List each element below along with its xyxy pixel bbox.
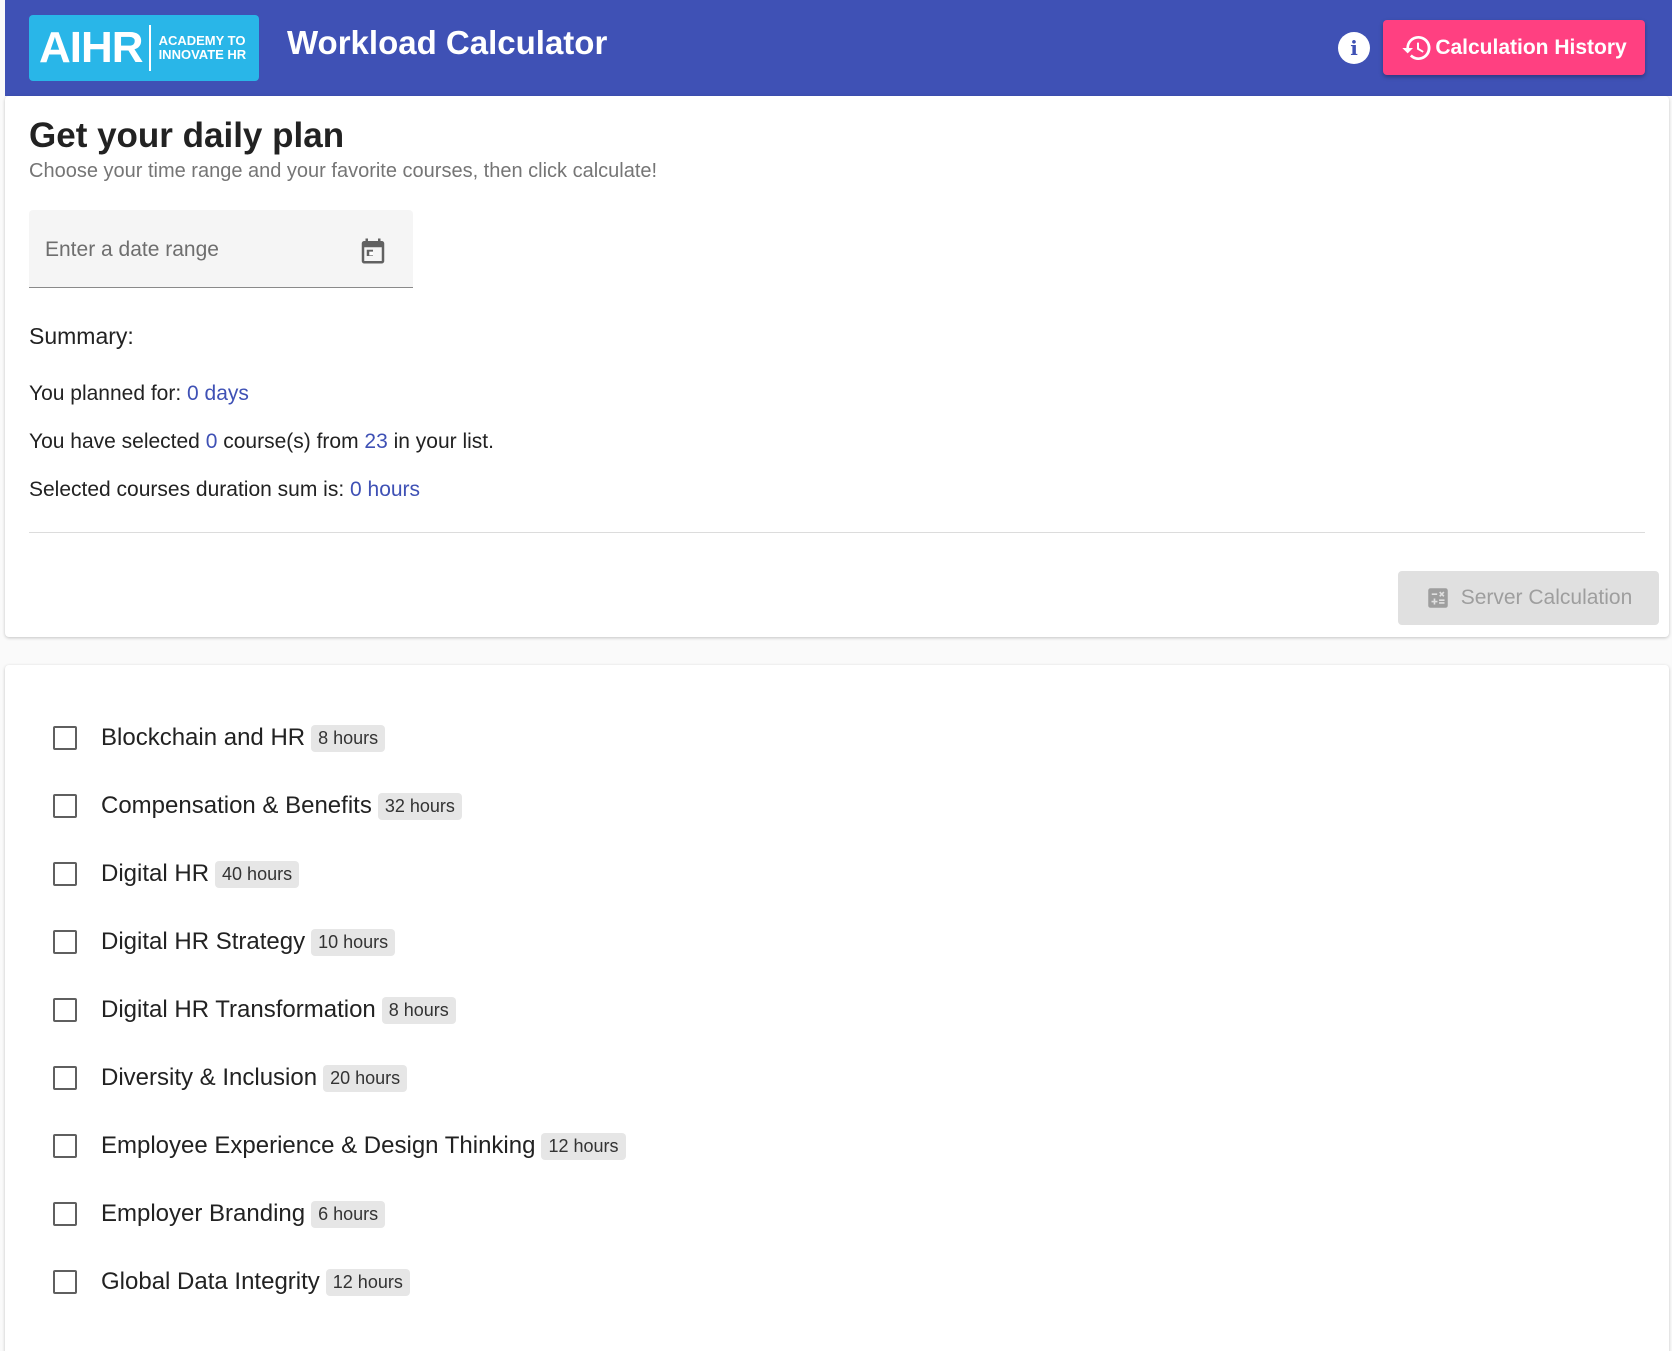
app-title: Workload Calculator bbox=[287, 24, 608, 61]
duration-sum-line: Selected courses duration sum is: 0 hour… bbox=[29, 478, 420, 502]
duration-sum-label: Selected courses duration sum is: bbox=[29, 478, 350, 501]
course-checkbox[interactable] bbox=[53, 998, 77, 1022]
course-checkbox[interactable] bbox=[53, 794, 77, 818]
server-calculation-label: Server Calculation bbox=[1460, 586, 1633, 609]
course-item[interactable]: Blockchain and HR 8 hours bbox=[53, 718, 386, 758]
selected-courses-prefix: You have selected bbox=[29, 430, 206, 453]
logo-tagline-line1: ACADEMY TO bbox=[158, 33, 246, 48]
calculation-history-label: Calculation History bbox=[1435, 35, 1627, 59]
plan-card: Get your daily plan Choose your time ran… bbox=[5, 96, 1669, 637]
planned-days-value: 0 days bbox=[187, 382, 249, 405]
course-hours-badge: 32 hours bbox=[377, 792, 462, 820]
selected-courses-line: You have selected 0 course(s) from 23 in… bbox=[29, 430, 494, 454]
course-name: Global Data Integrity bbox=[101, 1268, 320, 1295]
course-name: Digital HR Strategy bbox=[101, 928, 306, 955]
course-name: Digital HR Transformation bbox=[101, 996, 376, 1023]
course-item[interactable]: Employer Branding 6 hours bbox=[53, 1194, 386, 1234]
course-hours-badge: 8 hours bbox=[311, 724, 386, 752]
course-item[interactable]: Employee Experience & Design Thinking 12… bbox=[53, 1126, 626, 1166]
course-item[interactable]: Compensation & Benefits 32 hours bbox=[53, 786, 462, 826]
selected-courses-count: 0 bbox=[205, 430, 218, 453]
planned-days-line: You planned for: 0 days bbox=[29, 382, 249, 406]
logo-wordmark: AIHR bbox=[39, 23, 144, 72]
calculator-icon bbox=[1427, 588, 1448, 608]
course-hours-badge: 6 hours bbox=[311, 1200, 386, 1228]
course-checkbox[interactable] bbox=[53, 1134, 77, 1158]
logo-divider bbox=[148, 25, 151, 71]
server-calculation-button[interactable]: Server Calculation bbox=[1398, 571, 1659, 625]
course-hours-badge: 20 hours bbox=[323, 1064, 408, 1092]
course-hours-badge: 12 hours bbox=[325, 1268, 410, 1296]
course-item[interactable]: Digital HR Strategy 10 hours bbox=[53, 922, 396, 962]
course-item[interactable]: Global Data Integrity 12 hours bbox=[53, 1262, 410, 1302]
page-title: Get your daily plan bbox=[29, 116, 345, 155]
summary-heading: Summary: bbox=[29, 323, 134, 349]
history-icon bbox=[1402, 35, 1431, 60]
course-name: Diversity & Inclusion bbox=[101, 1064, 318, 1091]
aihr-logo[interactable]: AIHR ACADEMY TO INNOVATE HR bbox=[29, 15, 259, 81]
course-checkbox[interactable] bbox=[53, 1270, 77, 1294]
course-checkbox[interactable] bbox=[53, 1066, 77, 1090]
calendar-icon[interactable] bbox=[358, 236, 388, 266]
course-item[interactable]: Digital HR 40 hours bbox=[53, 854, 300, 894]
date-range-field[interactable] bbox=[29, 210, 413, 288]
course-checkbox[interactable] bbox=[53, 862, 77, 886]
course-hours-badge: 40 hours bbox=[215, 860, 300, 888]
course-name: Digital HR bbox=[101, 860, 210, 887]
selected-courses-suffix: in your list. bbox=[387, 430, 494, 453]
selected-courses-middle: course(s) from bbox=[217, 430, 365, 453]
course-hours-badge: 8 hours bbox=[381, 996, 456, 1024]
calculation-history-button[interactable]: Calculation History bbox=[1383, 20, 1645, 75]
course-item[interactable]: Diversity & Inclusion 20 hours bbox=[53, 1058, 408, 1098]
info-icon[interactable]: i bbox=[1338, 32, 1370, 64]
app-header: AIHR ACADEMY TO INNOVATE HR Workload Cal… bbox=[5, 0, 1672, 96]
total-courses-count: 23 bbox=[364, 430, 388, 453]
planned-days-label: You planned for: bbox=[29, 382, 188, 405]
duration-sum-value: 0 hours bbox=[350, 478, 421, 501]
course-checkbox[interactable] bbox=[53, 726, 77, 750]
course-list-card: Blockchain and HR 8 hours Compensation &… bbox=[5, 665, 1669, 1351]
date-range-input[interactable] bbox=[45, 238, 345, 262]
course-item[interactable]: Digital HR Transformation 8 hours bbox=[53, 990, 456, 1030]
course-hours-badge: 10 hours bbox=[311, 928, 396, 956]
logo-tagline-line2: INNOVATE HR bbox=[158, 47, 247, 62]
page-subtitle: Choose your time range and your favorite… bbox=[29, 160, 658, 182]
course-checkbox[interactable] bbox=[53, 930, 77, 954]
course-name: Employee Experience & Design Thinking bbox=[101, 1132, 536, 1159]
logo-tagline: ACADEMY TO INNOVATE HR bbox=[159, 34, 247, 62]
course-name: Blockchain and HR bbox=[101, 724, 306, 751]
course-name: Employer Branding bbox=[101, 1200, 306, 1227]
course-name: Compensation & Benefits bbox=[101, 792, 372, 819]
summary-divider bbox=[29, 532, 1645, 533]
course-hours-badge: 12 hours bbox=[541, 1132, 626, 1160]
course-checkbox[interactable] bbox=[53, 1202, 77, 1226]
